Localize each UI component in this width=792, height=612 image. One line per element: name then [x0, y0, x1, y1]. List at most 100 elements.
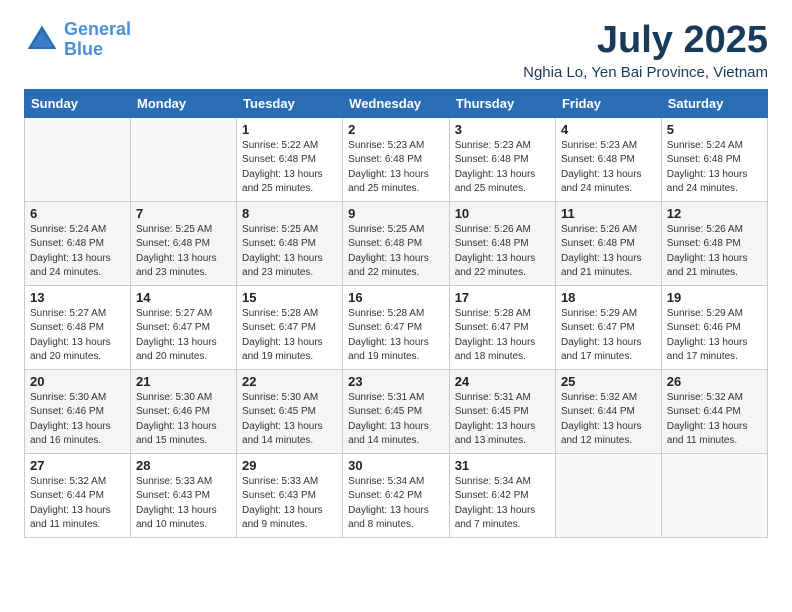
calendar-cell: 9 Sunrise: 5:25 AM Sunset: 6:48 PM Daylig…	[343, 201, 450, 285]
day-number: 27	[30, 458, 125, 473]
day-number: 6	[30, 206, 125, 221]
calendar-cell: 3 Sunrise: 5:23 AM Sunset: 6:48 PM Daylig…	[449, 117, 555, 201]
day-detail: Sunrise: 5:25 AM Sunset: 6:48 PM Dayligh…	[136, 223, 231, 281]
calendar-cell: 7Sunrise: 5:25 AM Sunset: 6:48 PM Daylig…	[131, 201, 237, 285]
logo-text: General Blue	[64, 20, 131, 60]
subtitle: Nghia Lo, Yen Bai Province, Vietnam	[523, 64, 768, 81]
calendar-cell: 20 Sunrise: 5:30 AM Sunset: 6:46 PM Dayli…	[25, 369, 131, 453]
calendar-cell: 19Sunrise: 5:29 AM Sunset: 6:46 PM Dayli…	[661, 285, 767, 369]
week-row-3: 13Sunrise: 5:27 AM Sunset: 6:48 PM Dayli…	[25, 285, 768, 369]
day-detail: Sunrise: 5:32 AM Sunset: 6:44 PM Dayligh…	[667, 391, 762, 449]
day-number: 25	[561, 374, 656, 389]
day-number: 26	[667, 374, 762, 389]
title-block: July 2025 Nghia Lo, Yen Bai Province, Vi…	[523, 20, 768, 81]
day-detail: Sunrise: 5:28 AM Sunset: 6:47 PM Dayligh…	[348, 307, 444, 365]
day-detail: Sunrise: 5:33 AM Sunset: 6:43 PM Dayligh…	[136, 475, 231, 533]
calendar-cell: 5 Sunrise: 5:24 AM Sunset: 6:48 PM Daylig…	[661, 117, 767, 201]
day-number: 23	[348, 374, 444, 389]
calendar-cell: 25 Sunrise: 5:32 AM Sunset: 6:44 PM Dayli…	[555, 369, 661, 453]
day-detail: Sunrise: 5:22 AM Sunset: 6:48 PM Dayligh…	[242, 139, 337, 197]
day-detail: Sunrise: 5:29 AM Sunset: 6:47 PM Dayligh…	[561, 307, 656, 365]
day-detail: Sunrise: 5:30 AM Sunset: 6:46 PM Dayligh…	[30, 391, 125, 449]
weekday-header-sunday: Sunday	[25, 89, 131, 117]
day-number: 3	[455, 122, 550, 137]
day-number: 24	[455, 374, 550, 389]
day-number: 20	[30, 374, 125, 389]
day-detail: Sunrise: 5:26 AM Sunset: 6:48 PM Dayligh…	[561, 223, 656, 281]
day-number: 31	[455, 458, 550, 473]
day-number: 12	[667, 206, 762, 221]
day-number: 29	[242, 458, 337, 473]
weekday-header-saturday: Saturday	[661, 89, 767, 117]
calendar-cell: 2Sunrise: 5:23 AM Sunset: 6:48 PM Daylig…	[343, 117, 450, 201]
day-detail: Sunrise: 5:23 AM Sunset: 6:48 PM Dayligh…	[455, 139, 550, 197]
calendar-cell: 8 Sunrise: 5:25 AM Sunset: 6:48 PM Daylig…	[237, 201, 343, 285]
day-number: 11	[561, 206, 656, 221]
weekday-header-wednesday: Wednesday	[343, 89, 450, 117]
week-row-1: 1 Sunrise: 5:22 AM Sunset: 6:48 PM Daylig…	[25, 117, 768, 201]
day-number: 30	[348, 458, 444, 473]
day-detail: Sunrise: 5:25 AM Sunset: 6:48 PM Dayligh…	[348, 223, 444, 281]
day-detail: Sunrise: 5:31 AM Sunset: 6:45 PM Dayligh…	[455, 391, 550, 449]
calendar-cell: 1 Sunrise: 5:22 AM Sunset: 6:48 PM Daylig…	[237, 117, 343, 201]
day-number: 18	[561, 290, 656, 305]
week-row-5: 27 Sunrise: 5:32 AM Sunset: 6:44 PM Dayli…	[25, 453, 768, 537]
calendar-cell: 22 Sunrise: 5:30 AM Sunset: 6:45 PM Dayli…	[237, 369, 343, 453]
main-title: July 2025	[523, 20, 768, 62]
calendar-cell: 28 Sunrise: 5:33 AM Sunset: 6:43 PM Dayli…	[131, 453, 237, 537]
calendar-cell	[25, 117, 131, 201]
weekday-header-row: SundayMondayTuesdayWednesdayThursdayFrid…	[25, 89, 768, 117]
day-number: 22	[242, 374, 337, 389]
weekday-header-thursday: Thursday	[449, 89, 555, 117]
day-detail: Sunrise: 5:26 AM Sunset: 6:48 PM Dayligh…	[667, 223, 762, 281]
day-detail: Sunrise: 5:30 AM Sunset: 6:45 PM Dayligh…	[242, 391, 337, 449]
calendar-cell: 26 Sunrise: 5:32 AM Sunset: 6:44 PM Dayli…	[661, 369, 767, 453]
day-detail: Sunrise: 5:27 AM Sunset: 6:47 PM Dayligh…	[136, 307, 231, 365]
day-detail: Sunrise: 5:24 AM Sunset: 6:48 PM Dayligh…	[667, 139, 762, 197]
day-detail: Sunrise: 5:23 AM Sunset: 6:48 PM Dayligh…	[561, 139, 656, 197]
calendar-cell: 6Sunrise: 5:24 AM Sunset: 6:48 PM Daylig…	[25, 201, 131, 285]
calendar-cell: 18 Sunrise: 5:29 AM Sunset: 6:47 PM Dayli…	[555, 285, 661, 369]
day-number: 2	[348, 122, 444, 137]
calendar-cell: 15Sunrise: 5:28 AM Sunset: 6:47 PM Dayli…	[237, 285, 343, 369]
day-detail: Sunrise: 5:25 AM Sunset: 6:48 PM Dayligh…	[242, 223, 337, 281]
day-number: 14	[136, 290, 231, 305]
day-detail: Sunrise: 5:27 AM Sunset: 6:48 PM Dayligh…	[30, 307, 125, 365]
logo-icon	[24, 22, 60, 58]
day-number: 10	[455, 206, 550, 221]
calendar-cell: 21Sunrise: 5:30 AM Sunset: 6:46 PM Dayli…	[131, 369, 237, 453]
calendar-cell: 24 Sunrise: 5:31 AM Sunset: 6:45 PM Dayli…	[449, 369, 555, 453]
calendar-cell: 16 Sunrise: 5:28 AM Sunset: 6:47 PM Dayli…	[343, 285, 450, 369]
calendar-cell: 17Sunrise: 5:28 AM Sunset: 6:47 PM Dayli…	[449, 285, 555, 369]
calendar-cell: 10 Sunrise: 5:26 AM Sunset: 6:48 PM Dayli…	[449, 201, 555, 285]
calendar-cell: 23 Sunrise: 5:31 AM Sunset: 6:45 PM Dayli…	[343, 369, 450, 453]
calendar-cell: 11 Sunrise: 5:26 AM Sunset: 6:48 PM Dayli…	[555, 201, 661, 285]
weekday-header-friday: Friday	[555, 89, 661, 117]
day-number: 1	[242, 122, 337, 137]
day-detail: Sunrise: 5:31 AM Sunset: 6:45 PM Dayligh…	[348, 391, 444, 449]
day-number: 17	[455, 290, 550, 305]
day-detail: Sunrise: 5:34 AM Sunset: 6:42 PM Dayligh…	[348, 475, 444, 533]
calendar-cell: 14 Sunrise: 5:27 AM Sunset: 6:47 PM Dayli…	[131, 285, 237, 369]
day-detail: Sunrise: 5:32 AM Sunset: 6:44 PM Dayligh…	[30, 475, 125, 533]
day-detail: Sunrise: 5:30 AM Sunset: 6:46 PM Dayligh…	[136, 391, 231, 449]
day-detail: Sunrise: 5:32 AM Sunset: 6:44 PM Dayligh…	[561, 391, 656, 449]
day-detail: Sunrise: 5:33 AM Sunset: 6:43 PM Dayligh…	[242, 475, 337, 533]
calendar-table: SundayMondayTuesdayWednesdayThursdayFrid…	[24, 89, 768, 538]
day-detail: Sunrise: 5:34 AM Sunset: 6:42 PM Dayligh…	[455, 475, 550, 533]
calendar-cell	[661, 453, 767, 537]
day-number: 16	[348, 290, 444, 305]
day-number: 9	[348, 206, 444, 221]
calendar-cell: 27 Sunrise: 5:32 AM Sunset: 6:44 PM Dayli…	[25, 453, 131, 537]
calendar-cell: 30 Sunrise: 5:34 AM Sunset: 6:42 PM Dayli…	[343, 453, 450, 537]
calendar-cell: 12 Sunrise: 5:26 AM Sunset: 6:48 PM Dayli…	[661, 201, 767, 285]
day-number: 5	[667, 122, 762, 137]
calendar-cell	[555, 453, 661, 537]
day-detail: Sunrise: 5:26 AM Sunset: 6:48 PM Dayligh…	[455, 223, 550, 281]
weekday-header-monday: Monday	[131, 89, 237, 117]
weekday-header-tuesday: Tuesday	[237, 89, 343, 117]
day-number: 8	[242, 206, 337, 221]
calendar-cell	[131, 117, 237, 201]
day-detail: Sunrise: 5:28 AM Sunset: 6:47 PM Dayligh…	[242, 307, 337, 365]
day-number: 28	[136, 458, 231, 473]
